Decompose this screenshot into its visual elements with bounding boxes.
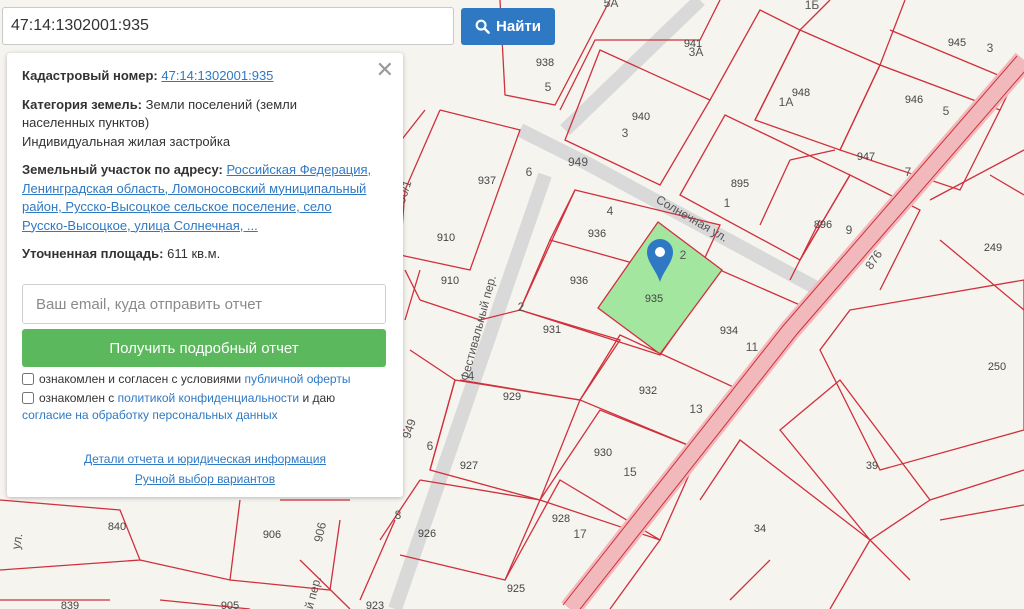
email-field[interactable] (22, 284, 386, 324)
house-number-19: 6 (427, 439, 434, 453)
details-links: Детали отчета и юридическая информация (7, 452, 403, 466)
house-number-18: 15 (623, 465, 637, 479)
consent-privacy: ознакомлен с политикой конфиденциальност… (22, 390, 392, 424)
house-number-17: 13 (689, 402, 703, 416)
house-number-6: 5 (943, 104, 950, 118)
plot-label-12: 936 (570, 275, 588, 287)
consent-privacy-checkbox[interactable] (22, 392, 34, 404)
plot-label-7: 937 (478, 175, 496, 187)
street-label-7: ул. (9, 532, 26, 550)
plot-label-22: 927 (460, 460, 478, 472)
get-report-button[interactable]: Получить подробный отчет (22, 329, 386, 367)
manual-links: Ручной выбор вариантов (7, 472, 403, 486)
data-processing-link[interactable]: согласие на обработку персональных данны… (22, 408, 278, 422)
plot-label-24: 928 (552, 513, 570, 525)
plot-label-32: 925 (507, 583, 525, 595)
house-number-20: 17 (573, 527, 587, 541)
house-number-3: 3А (689, 45, 704, 59)
plot-label-30: 905 (221, 600, 239, 609)
details-link[interactable]: Детали отчета и юридическая информация (84, 452, 326, 466)
house-number-0: 5А (604, 0, 619, 10)
plot-label-13: 935 (645, 293, 663, 305)
public-offer-link[interactable]: публичной оферты (244, 372, 350, 386)
plot-label-25: 840 (108, 521, 126, 533)
parcel-info-panel: ✕ Кадастровый номер: 47:14:1302001:935 К… (7, 53, 403, 497)
manual-selection-link[interactable]: Ручной выбор вариантов (135, 472, 275, 486)
close-icon[interactable]: ✕ (376, 59, 394, 81)
consent-privacy-text: ознакомлен с (39, 391, 115, 405)
house-number-4: 5 (545, 80, 552, 94)
house-number-5: 1А (779, 95, 794, 109)
plot-label-5: 940 (632, 111, 650, 123)
address-label: Земельный участок по адресу: (22, 162, 223, 177)
plot-label-15: 910 (441, 275, 459, 287)
cadastral-number-link[interactable]: 47:14:1302001:935 (161, 68, 273, 83)
category-label: Категория земель: (22, 96, 143, 112)
house-number-12: 9 (846, 223, 853, 237)
area-value: 611 кв.м. (167, 246, 221, 261)
plot-label-29: 839 (61, 600, 79, 609)
plot-label-23: 930 (594, 447, 612, 459)
consent-offer-checkbox[interactable] (22, 373, 34, 385)
house-number-21: 8 (395, 508, 402, 522)
house-number-1: 1Б (805, 0, 820, 12)
house-number-13: 2 (680, 248, 687, 262)
plot-label-17: 931 (543, 324, 561, 336)
house-number-8: 6 (526, 165, 533, 179)
privacy-policy-link[interactable]: политикой конфиденциальности (118, 391, 299, 405)
search-button-label: Найти (496, 18, 541, 35)
plot-label-3: 948 (792, 87, 810, 99)
house-number-15: 11 (746, 340, 759, 354)
area-label: Уточненная площадь: (22, 246, 164, 261)
plot-label-18: 250 (988, 361, 1006, 373)
plot-label-16: 934 (720, 325, 738, 337)
plot-label-19: 929 (503, 391, 521, 403)
plot-label-20: 932 (639, 385, 657, 397)
plot-label-0: 938 (536, 57, 554, 69)
search-button[interactable]: Найти (461, 8, 555, 45)
plot-label-21: 39 (866, 460, 878, 472)
consent-privacy-and: и даю (302, 391, 336, 405)
plot-label-10: 896 (814, 219, 832, 231)
cadastral-label: Кадастровый номер: (22, 68, 158, 83)
plot-label-8: 895 (731, 178, 749, 190)
plot-label-26: 906 (263, 529, 281, 541)
plot-label-28: 34 (754, 523, 766, 535)
house-number-7: 3 (622, 126, 629, 140)
house-number-11: 4 (607, 204, 614, 218)
plot-label-4: 946 (905, 94, 923, 106)
plot-label-2: 945 (948, 37, 966, 49)
house-number-10: 1 (724, 196, 731, 210)
house-number-14: 2 (518, 300, 525, 314)
usage-value: Индивидуальная жилая застройка (22, 133, 231, 149)
consent-offer-text: ознакомлен и согласен с условиями (39, 372, 242, 386)
plot-label-6: 947 (857, 151, 875, 163)
plot-label-27: 926 (418, 528, 436, 540)
street-label-2: 949 (568, 155, 588, 169)
plot-label-31: 923 (366, 600, 384, 609)
plot-label-9: 936 (588, 228, 606, 240)
plot-label-14: 249 (984, 242, 1002, 254)
search-icon (475, 19, 490, 34)
consent-offer: ознакомлен и согласен с условиями публич… (22, 371, 392, 388)
house-number-9: 7 (905, 165, 912, 179)
house-number-2: 3 (987, 41, 994, 55)
search-input[interactable] (2, 7, 454, 45)
plot-label-11: 910 (437, 232, 455, 244)
